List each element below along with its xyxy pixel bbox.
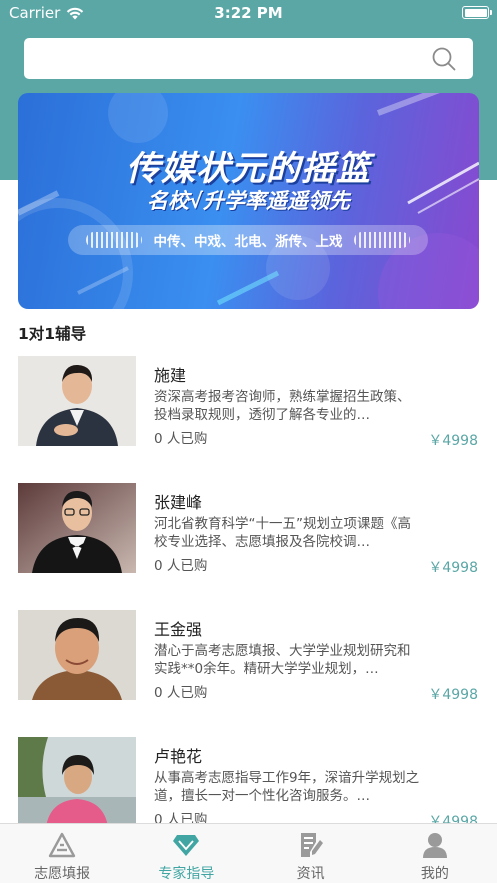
clock: 3:22 PM xyxy=(214,4,283,22)
banner-tagline: 中传、中戏、北电、浙传、上戏 xyxy=(153,234,343,250)
banner-subtitle: 名校√升学率遥遥领先 xyxy=(146,189,350,213)
promo-banner[interactable]: 传媒状元的摇篮 名校√升学率遥遥领先 中传、中戏、北电、浙传、上戏 xyxy=(18,93,479,309)
expert-sold-count: 0 人已购 xyxy=(154,431,208,447)
expert-name: 张建峰 xyxy=(154,493,203,512)
expert-photo xyxy=(18,483,136,573)
search-icon[interactable] xyxy=(431,46,457,72)
expert-description: 潜心于高考志愿填报、大学学业规划研究和实践**0余年。精研大学学业规划，… xyxy=(154,643,411,677)
expert-sold-count: 0 人已购 xyxy=(154,685,208,701)
tab-label: 资讯 xyxy=(296,866,325,882)
battery-icon xyxy=(462,6,492,19)
diamond-icon xyxy=(173,835,200,856)
tab-label: 专家指导 xyxy=(158,866,215,882)
expert-card[interactable]: 卢艳花 从事高考志愿指导工作9年，深谙升学规划之道，擅长一对一个性化咨询服务。…… xyxy=(0,737,497,830)
section-title: 1对1辅导 xyxy=(18,325,87,343)
expert-card[interactable]: 王金强 潜心于高考志愿填报、大学学业规划研究和实践**0余年。精研大学学业规划，… xyxy=(0,610,497,703)
search-bar[interactable] xyxy=(24,38,473,79)
search-input[interactable] xyxy=(36,38,416,79)
tab-label: 志愿填报 xyxy=(34,866,91,882)
user-icon xyxy=(422,833,447,858)
banner-title: 传媒状元的摇篮 xyxy=(126,149,371,189)
expert-name: 王金强 xyxy=(154,620,203,639)
expert-description: 从事高考志愿指导工作9年，深谙升学规划之道，擅长一对一个性化咨询服务。… xyxy=(154,770,420,804)
expert-card[interactable]: 张建峰 河北省教育科学“十一五”规划立项课题《高校专业选择、志愿填报及各院校调…… xyxy=(0,483,497,576)
expert-name: 卢艳花 xyxy=(154,747,203,766)
tab-expert-guidance[interactable]: 专家指导 xyxy=(124,824,248,883)
tab-volunteer-filling[interactable]: 志愿填报 xyxy=(0,824,124,883)
expert-price: ￥4998 xyxy=(428,433,478,449)
expert-price: ￥4998 xyxy=(428,560,478,576)
expert-description: 河北省教育科学“十一五”规划立项课题《高校专业选择、志愿填报及各院校调… xyxy=(154,516,411,550)
document-edit-icon xyxy=(300,833,323,857)
expert-photo xyxy=(18,737,136,827)
expert-card[interactable]: 施建 资深高考报考咨询师，熟练掌握招生政策、投档录取规则，透彻了解各专业的… 0… xyxy=(0,356,497,449)
tab-bar: 志愿填报 专家指导 资讯 我的 xyxy=(0,823,497,883)
status-bar: Carrier 3:22 PM xyxy=(0,0,497,26)
tab-profile[interactable]: 我的 xyxy=(373,824,497,883)
tab-label: 我的 xyxy=(420,866,449,882)
expert-photo xyxy=(18,610,136,700)
expert-photo xyxy=(18,356,136,446)
expert-description: 资深高考报考咨询师，熟练掌握招生政策、投档录取规则，透彻了解各专业的… xyxy=(154,389,411,423)
banner-tagline-pill: 中传、中戏、北电、浙传、上戏 xyxy=(68,225,428,255)
expert-sold-count: 0 人已购 xyxy=(154,558,208,574)
expert-name: 施建 xyxy=(154,366,187,385)
tab-news[interactable]: 资讯 xyxy=(249,824,373,883)
expert-price: ￥4998 xyxy=(428,687,478,703)
triangle-logo-icon xyxy=(48,832,76,858)
